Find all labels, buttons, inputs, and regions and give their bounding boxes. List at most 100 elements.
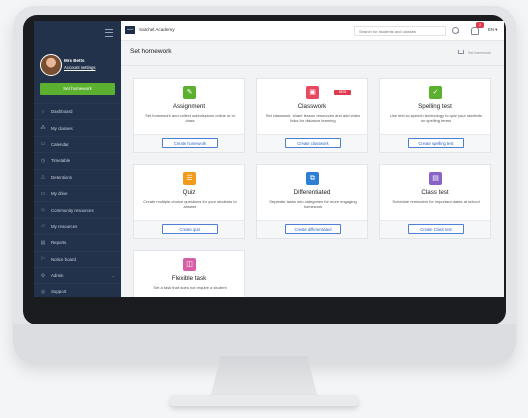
class-test-icon: ▤	[429, 172, 442, 185]
sidebar-item-label: Reports	[51, 240, 67, 246]
card-quiz: ☰ Quiz Create multiple-choice questions …	[133, 164, 245, 239]
sidebar-item-my-resources[interactable]: ▱ My resources	[34, 218, 121, 234]
community-icon: ◇	[41, 207, 45, 214]
calendar-icon: ▭	[40, 141, 46, 148]
folder-icon: ▭	[40, 190, 46, 197]
card-flexible-task: ◫ Flexible task Set a task that does not…	[133, 250, 245, 297]
clock-icon: ◷	[40, 157, 46, 164]
card-spelling-test: ✓ Spelling test Use text-to-speech techn…	[379, 78, 491, 153]
sidebar-item-timetable[interactable]: ◷ Timetable	[34, 152, 121, 168]
card-description: Set classwork, share lesson resources an…	[265, 113, 361, 123]
sidebar-item-label: Admin	[51, 273, 64, 279]
avatar[interactable]	[40, 54, 62, 76]
card-description: Create multiple-choice questions for you…	[143, 199, 237, 209]
breadcrumb: Set homework	[458, 49, 491, 55]
card-footer: Create homework	[134, 134, 244, 152]
sidebar-item-detentions[interactable]: △ Detentions	[34, 169, 121, 185]
sidebar-item-community-resources[interactable]: ◇ Community resources	[34, 201, 121, 217]
card-footer: Create Class test	[380, 220, 490, 238]
card-description: Use text-to-speech technology to quiz yo…	[389, 113, 483, 123]
card-classwork: ▣ NEW Classwork Set classwork, share les…	[256, 78, 368, 153]
search-icon[interactable]	[452, 27, 459, 34]
sidebar-item-label: My resources	[51, 223, 78, 229]
page-title: Set homework	[130, 48, 172, 55]
card-footer: Create classwork	[257, 134, 367, 152]
sidebar-item-label: Community resources	[51, 207, 94, 213]
notification-badge: 2	[476, 22, 484, 28]
create-differentiated-button[interactable]: Create differentiated	[285, 224, 341, 234]
home-icon[interactable]	[458, 49, 464, 54]
resources-icon: ▱	[41, 223, 45, 230]
card-footer: Create differentiated	[257, 220, 367, 238]
school-logo: satchel	[125, 26, 135, 34]
reports-icon: ▤	[40, 239, 46, 246]
pencil-icon: ✎	[183, 86, 196, 99]
quiz-icon: ☰	[183, 172, 196, 185]
sidebar-item-my-drive[interactable]: ▭ My drive	[34, 185, 121, 201]
support-icon: ◎	[40, 288, 46, 295]
card-description: Schedule reminders for important dates a…	[392, 199, 480, 204]
flexible-task-icon: ◫	[183, 258, 196, 271]
sidebar-nav: ○ Dashboard ⁂ My classes ▭ Calendar ◷ Timeta…	[34, 103, 121, 297]
search-input[interactable]	[354, 26, 446, 36]
card-title: Quiz	[182, 189, 196, 196]
top-bar: satchel Satchel Academy 2 EN ▾	[121, 21, 504, 41]
monitor-stand-base	[170, 395, 358, 406]
card-description: Set homework and collect submissions onl…	[145, 113, 235, 123]
spelling-icon: ✓	[429, 86, 442, 99]
menu-icon[interactable]	[105, 29, 113, 37]
create-spelling-test-button[interactable]: Create spelling test	[408, 138, 464, 148]
sidebar-item-label: Detentions	[51, 174, 72, 180]
monitor-stand-neck	[210, 356, 318, 398]
sidebar-item-label: Calendar	[51, 141, 69, 147]
sidebar-item-label: Notice board	[51, 256, 76, 262]
presentation-icon: ▣	[306, 86, 319, 99]
card-title: Differentiated	[293, 189, 331, 196]
app-screen: Mrs Betts Account settings Set homework …	[34, 21, 504, 297]
card-title: Flexible task	[171, 275, 207, 282]
chevron-down-icon: ⌄	[111, 273, 115, 279]
sidebar-item-my-classes[interactable]: ⁂ My classes	[34, 119, 121, 135]
card-assignment: ✎ Assignment Set homework and collect su…	[133, 78, 245, 153]
account-settings-link[interactable]: Account settings	[64, 65, 96, 70]
sidebar-item-notice-board[interactable]: ⚐ Notice board	[34, 251, 121, 267]
dashboard-icon: ○	[41, 108, 45, 115]
create-homework-button[interactable]: Create homework	[162, 138, 218, 148]
card-title: Spelling test	[418, 103, 452, 110]
gear-icon: ⚙	[40, 272, 46, 279]
bell-icon[interactable]	[471, 27, 479, 35]
sidebar: Mrs Betts Account settings Set homework …	[34, 21, 121, 297]
warning-icon: △	[41, 174, 45, 181]
card-description: Separate tasks into categories for more …	[269, 199, 357, 209]
sidebar-item-label: Timetable	[51, 158, 71, 164]
card-title: Class test	[421, 189, 449, 196]
card-class-test: ▤ Class test Schedule reminders for impo…	[379, 164, 491, 239]
school-name: Satchel Academy	[139, 27, 175, 32]
create-class-test-button[interactable]: Create Class test	[408, 224, 464, 234]
users-icon: ⁂	[40, 125, 46, 132]
language-selector[interactable]: EN ▾	[488, 27, 497, 33]
user-name: Mrs Betts	[64, 58, 85, 63]
sidebar-item-support[interactable]: ◎ Support	[34, 283, 121, 297]
new-badge: NEW	[334, 90, 351, 95]
breadcrumb-current: Set homework	[468, 51, 491, 55]
layers-icon: ⧉	[306, 172, 319, 185]
create-quiz-button[interactable]: Create quiz	[162, 224, 218, 234]
flag-icon: ⚐	[40, 256, 46, 263]
sidebar-item-label: Support	[51, 289, 67, 295]
sidebar-item-dashboard[interactable]: ○ Dashboard	[34, 103, 121, 119]
sidebar-item-calendar[interactable]: ▭ Calendar	[34, 136, 121, 152]
card-description: Set a task that does not require a stude…	[153, 285, 227, 290]
card-differentiated: ⧉ Differentiated Separate tasks into cat…	[256, 164, 368, 239]
set-homework-button[interactable]: Set homework	[40, 83, 115, 95]
card-footer: Create spelling test	[380, 134, 490, 152]
sidebar-item-label: Dashboard	[51, 109, 73, 115]
sidebar-item-admin[interactable]: ⚙ Admin ⌄	[34, 267, 121, 283]
sidebar-item-label: My drive	[51, 191, 68, 197]
card-footer: Create quiz	[134, 220, 244, 238]
create-classwork-button[interactable]: Create classwork	[285, 138, 341, 148]
sidebar-item-label: My classes	[51, 125, 73, 131]
sidebar-item-reports[interactable]: ▤ Reports	[34, 234, 121, 250]
card-title: Assignment	[172, 103, 206, 110]
card-title: Classwork	[297, 103, 327, 110]
